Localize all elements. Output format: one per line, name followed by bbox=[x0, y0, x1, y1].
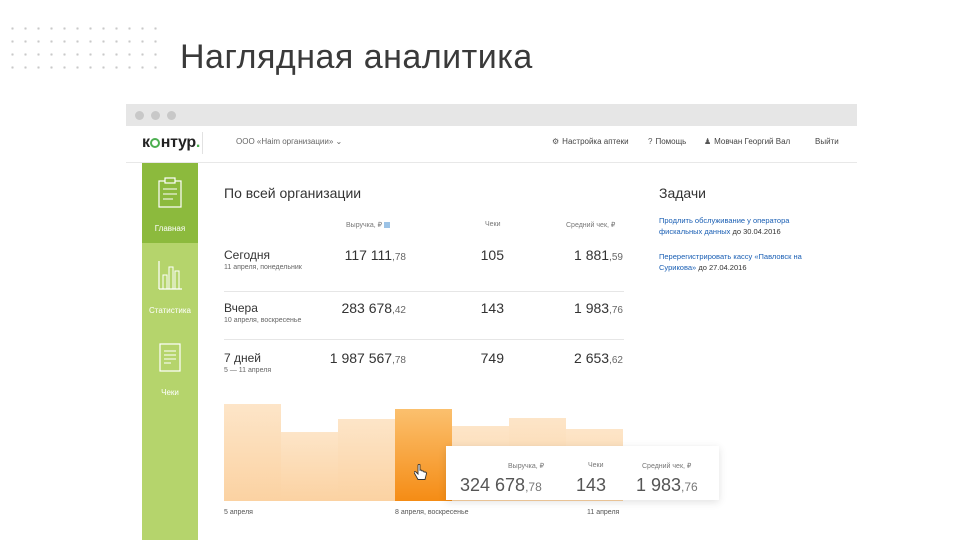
task-link-fiscal[interactable]: Продлить обслуживание у оператора фискал… bbox=[659, 215, 809, 237]
task-link-register[interactable]: Перерегистрировать кассу «Павловск на Су… bbox=[659, 251, 809, 273]
window-close-dot[interactable] bbox=[135, 111, 144, 120]
column-header-average: Средний чек, ₽ bbox=[566, 222, 616, 229]
section-title: По всей организации bbox=[224, 185, 362, 201]
row-title: 7 дней bbox=[224, 351, 262, 365]
kontur-logo[interactable]: к нтур. bbox=[142, 134, 200, 152]
average-value: 1 881,59 bbox=[574, 247, 623, 263]
chart-bar[interactable] bbox=[338, 419, 395, 501]
tooltip-header-average: Средний чек, ₽ bbox=[642, 463, 692, 470]
sidebar: Главная Статистика Чеки bbox=[142, 163, 198, 540]
divider bbox=[224, 339, 624, 340]
logo-ring-icon bbox=[150, 138, 161, 148]
sidebar-item-label: Главная bbox=[154, 224, 186, 233]
row-subtitle: 5 — 11 апреля bbox=[224, 367, 272, 374]
x-tick-label: 5 апреля bbox=[224, 509, 253, 516]
chart-bar[interactable] bbox=[281, 432, 338, 501]
hand-cursor-icon bbox=[414, 464, 427, 480]
window-minimize-dot[interactable] bbox=[151, 111, 160, 120]
revenue-value: 283 678,42 bbox=[341, 300, 406, 316]
divider bbox=[202, 132, 203, 154]
x-tick-label: 8 апреля, воскресенье bbox=[395, 509, 469, 516]
row-title: Вчера bbox=[224, 301, 258, 315]
chart-bar[interactable] bbox=[224, 404, 281, 501]
slide-title: Наглядная аналитика bbox=[180, 38, 533, 76]
app-window: к нтур. ООО «Нaim организации» ⌄ ⚙ Настрой… bbox=[126, 104, 857, 540]
user-icon: ♟ bbox=[704, 137, 712, 146]
tooltip-average: 1 983,76 bbox=[636, 475, 698, 495]
row-subtitle: 10 апреля, воскресенье bbox=[224, 317, 302, 324]
sidebar-item-label: Чеки bbox=[161, 388, 179, 397]
tooltip-header-checks: Чеки bbox=[588, 462, 604, 469]
tooltip-header-revenue: Выручка, ₽ bbox=[508, 463, 545, 470]
x-tick-label: 11 апреля bbox=[587, 509, 620, 516]
help-link[interactable]: ? Помощь bbox=[648, 137, 686, 146]
sidebar-item-receipts[interactable]: Чеки bbox=[142, 327, 198, 407]
sidebar-item-label: Статистика bbox=[148, 306, 191, 315]
sidebar-item-statistics[interactable]: Статистика bbox=[142, 245, 198, 325]
chart-tooltip: Выручка, ₽ Чеки Средний чек, ₽ 324 678,7… bbox=[446, 446, 719, 500]
row-title: Сегодня bbox=[224, 248, 270, 262]
dashboard-main: По всей организации Выручка, ₽ Чеки Сред… bbox=[198, 163, 857, 540]
logout-link[interactable]: Выйти bbox=[815, 137, 839, 146]
window-titlebar bbox=[126, 104, 857, 126]
checks-value: 105 bbox=[480, 247, 504, 263]
average-value: 2 653,62 bbox=[574, 350, 623, 366]
gear-icon: ⚙ bbox=[552, 137, 560, 146]
tasks-title: Задачи bbox=[659, 185, 707, 201]
window-maximize-dot[interactable] bbox=[167, 111, 176, 120]
divider bbox=[224, 291, 624, 292]
decorative-dots bbox=[6, 22, 164, 72]
user-menu[interactable]: ♟ Мовчан Георгий Вал bbox=[704, 137, 790, 146]
tooltip-revenue: 324 678,78 bbox=[460, 475, 542, 495]
sidebar-item-home[interactable]: Главная bbox=[142, 163, 198, 243]
average-value: 1 983,76 bbox=[574, 300, 623, 316]
row-subtitle: 11 апреля, понедельник bbox=[224, 264, 302, 271]
top-navigation: к нтур. ООО «Нaim организации» ⌄ ⚙ Настрой… bbox=[126, 126, 857, 163]
settings-link[interactable]: ⚙ Настройка аптеки bbox=[552, 137, 629, 146]
column-header-checks: Чеки bbox=[485, 221, 501, 228]
checks-value: 749 bbox=[480, 350, 504, 366]
clipboard-icon bbox=[158, 177, 182, 208]
app-content: к нтур. ООО «Нaim организации» ⌄ ⚙ Настрой… bbox=[126, 126, 857, 540]
revenue-value: 117 111,78 bbox=[344, 247, 406, 263]
checks-value: 143 bbox=[480, 300, 504, 316]
tooltip-checks: 143 bbox=[576, 475, 607, 495]
revenue-value: 1 987 567,78 bbox=[329, 350, 406, 366]
help-icon: ? bbox=[648, 137, 653, 146]
column-header-revenue[interactable]: Выручка, ₽ bbox=[346, 221, 391, 229]
organization-selector[interactable]: ООО «Нaim организации» ⌄ bbox=[236, 137, 342, 146]
bar-chart-icon bbox=[158, 261, 182, 290]
receipt-icon bbox=[159, 343, 181, 372]
sort-icon bbox=[384, 222, 391, 228]
chart-bar-highlighted[interactable] bbox=[395, 409, 452, 501]
